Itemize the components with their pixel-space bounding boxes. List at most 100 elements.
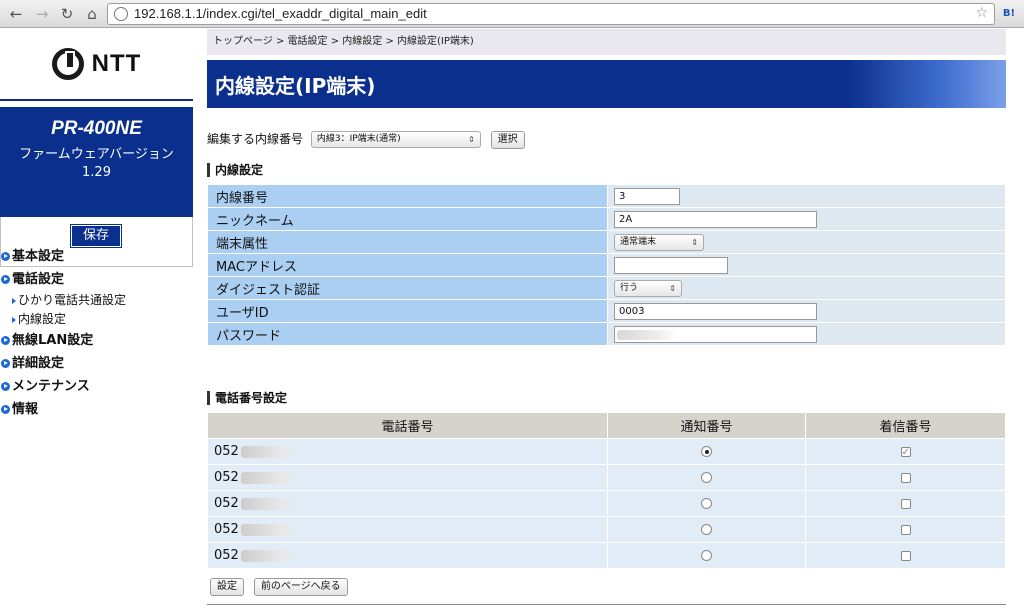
submenu-item-hikari-common[interactable]: ひかり電話共通設定 <box>0 291 193 310</box>
submenu-label: 内線設定 <box>18 312 67 326</box>
bullet-icon <box>1 382 10 391</box>
table-header-row: 電話番号 通知番号 着信番号 <box>207 412 1006 439</box>
ntt-logo-icon <box>51 48 84 80</box>
table-row: 052 ✓ <box>207 438 1006 465</box>
forward-arrow-icon[interactable]: → <box>32 4 52 24</box>
incoming-cell <box>805 464 1006 491</box>
table-row: MACアドレス <box>207 253 1006 277</box>
phone-number-prefix: 052 <box>214 548 239 563</box>
ntt-logo: NTT <box>0 29 193 101</box>
firmware-label: ファームウェアバージョン <box>19 147 174 162</box>
notify-radio[interactable] <box>701 550 712 561</box>
logo-text: NTT <box>91 50 142 77</box>
bullet-icon <box>1 252 10 261</box>
digest-select[interactable]: 行う ⇕ <box>614 279 682 297</box>
obscured-number <box>240 445 297 458</box>
notify-cell <box>607 516 806 543</box>
terminal-attr-label: 端末属性 <box>207 230 608 254</box>
menu-item-basic-settings[interactable]: 基本設定 <box>0 245 193 268</box>
mac-cell <box>607 253 1006 277</box>
phone-number-cell: 052 <box>207 464 608 491</box>
phone-number-table: 電話番号 通知番号 着信番号 052 ✓ 052 052 052 052 <box>207 412 1006 569</box>
back-button[interactable]: 前のページへ戻る <box>253 578 348 596</box>
extension-select[interactable]: 内線3：IP端末(通常) ⇕ <box>310 131 481 148</box>
address-url: 192.168.1.1/index.cgi/tel_exaddr_digital… <box>134 6 427 21</box>
menu-item-wireless-lan[interactable]: 無線LAN設定 <box>0 329 193 352</box>
menu-label: 基本設定 <box>12 249 65 264</box>
submenu-item-extension-settings[interactable]: 内線設定 <box>0 310 193 329</box>
terminal-attr-cell: 通常端末 ⇕ <box>607 230 1006 254</box>
globe-icon <box>114 7 128 21</box>
address-bar[interactable]: 192.168.1.1/index.cgi/tel_exaddr_digital… <box>107 3 995 25</box>
ext-number-input[interactable]: 3 <box>614 187 680 205</box>
menu-item-advanced-settings[interactable]: 詳細設定 <box>0 352 193 375</box>
user-id-input[interactable]: 0003 <box>614 302 817 320</box>
phone-section-title: 電話番号設定 <box>207 390 287 406</box>
obscured-password <box>617 329 677 340</box>
table-row: ダイジェスト認証 行う ⇕ <box>207 276 1006 300</box>
phone-number-cell: 052 <box>207 516 608 543</box>
browser-toolbar: ← → ↻ ⌂ 192.168.1.1/index.cgi/tel_exaddr… <box>0 0 1024 28</box>
triangle-icon <box>12 298 16 304</box>
phone-number-cell: 052 <box>207 490 608 517</box>
phone-number-prefix: 052 <box>214 444 239 459</box>
firmware-version: 1.29 <box>82 165 111 180</box>
incoming-cell <box>805 490 1006 517</box>
phone-number-cell: 052 <box>207 438 608 465</box>
breadcrumb: トップページ > 電話設定 > 内線設定 > 内線設定(IP端末) <box>207 29 1006 55</box>
notify-radio[interactable] <box>701 498 712 509</box>
extension-selector-row: 編集する内線番号 内線3：IP端末(通常) ⇕ 選択 <box>207 129 525 149</box>
select-arrow-icon: ⇕ <box>468 135 475 144</box>
notify-cell <box>607 490 806 517</box>
phone-number-prefix: 052 <box>214 522 239 537</box>
mac-input[interactable] <box>614 256 728 274</box>
home-icon[interactable]: ⌂ <box>82 4 102 24</box>
notify-cell <box>607 542 806 569</box>
notify-radio[interactable] <box>701 446 712 457</box>
incoming-checkbox[interactable]: ✓ <box>900 446 911 457</box>
terminal-attr-select[interactable]: 通常端末 ⇕ <box>614 233 704 251</box>
obscured-number <box>240 549 297 562</box>
select-button[interactable]: 選択 <box>490 130 525 149</box>
password-input[interactable] <box>614 325 817 343</box>
bookmark-star-icon[interactable]: ☆ <box>975 5 988 21</box>
save-button[interactable]: 保存 <box>70 224 122 248</box>
notify-cell <box>607 438 806 465</box>
table-row: 内線番号 3 <box>207 184 1006 208</box>
extension-section-title: 内線設定 <box>207 162 263 178</box>
ext-number-label: 内線番号 <box>207 184 608 208</box>
submenu-label: ひかり電話共通設定 <box>18 293 127 307</box>
incoming-checkbox[interactable] <box>900 524 911 535</box>
nickname-cell: 2A <box>607 207 1006 231</box>
password-cell <box>607 322 1006 346</box>
incoming-checkbox[interactable] <box>900 472 911 483</box>
hatena-bookmark-icon[interactable]: B! <box>1000 5 1018 23</box>
obscured-number <box>240 523 297 536</box>
phone-number-prefix: 052 <box>214 496 239 511</box>
notify-radio[interactable] <box>701 472 712 483</box>
extension-settings-table: 内線番号 3 ニックネーム 2A 端末属性 通常端末 ⇕ MACアドレス ダイジェ… <box>207 184 1006 346</box>
set-button[interactable]: 設定 <box>210 578 244 596</box>
menu-label: 無線LAN設定 <box>12 333 94 348</box>
incoming-checkbox[interactable] <box>900 498 911 509</box>
password-label: パスワード <box>207 322 608 346</box>
table-row: 052 <box>207 490 1006 517</box>
menu-label: 情報 <box>12 402 39 417</box>
table-row: ユーザID 0003 <box>207 299 1006 323</box>
extension-select-value: 内線3：IP端末(通常) <box>316 134 401 144</box>
phone-number-prefix: 052 <box>214 470 239 485</box>
back-arrow-icon[interactable]: ← <box>6 4 26 24</box>
reload-icon[interactable]: ↻ <box>57 4 77 24</box>
menu-item-information[interactable]: 情報 <box>0 398 193 421</box>
digest-value: 行う <box>620 282 639 293</box>
menu-label: 電話設定 <box>12 272 65 287</box>
incoming-checkbox[interactable] <box>900 550 911 561</box>
user-id-label: ユーザID <box>207 299 608 323</box>
menu-item-maintenance[interactable]: メンテナンス <box>0 375 193 398</box>
nickname-input[interactable]: 2A <box>614 210 817 228</box>
table-row: 052 <box>207 542 1006 569</box>
obscured-number <box>240 497 297 510</box>
header-phone-number: 電話番号 <box>207 412 608 439</box>
notify-radio[interactable] <box>701 524 712 535</box>
menu-item-phone-settings[interactable]: 電話設定 <box>0 268 193 291</box>
